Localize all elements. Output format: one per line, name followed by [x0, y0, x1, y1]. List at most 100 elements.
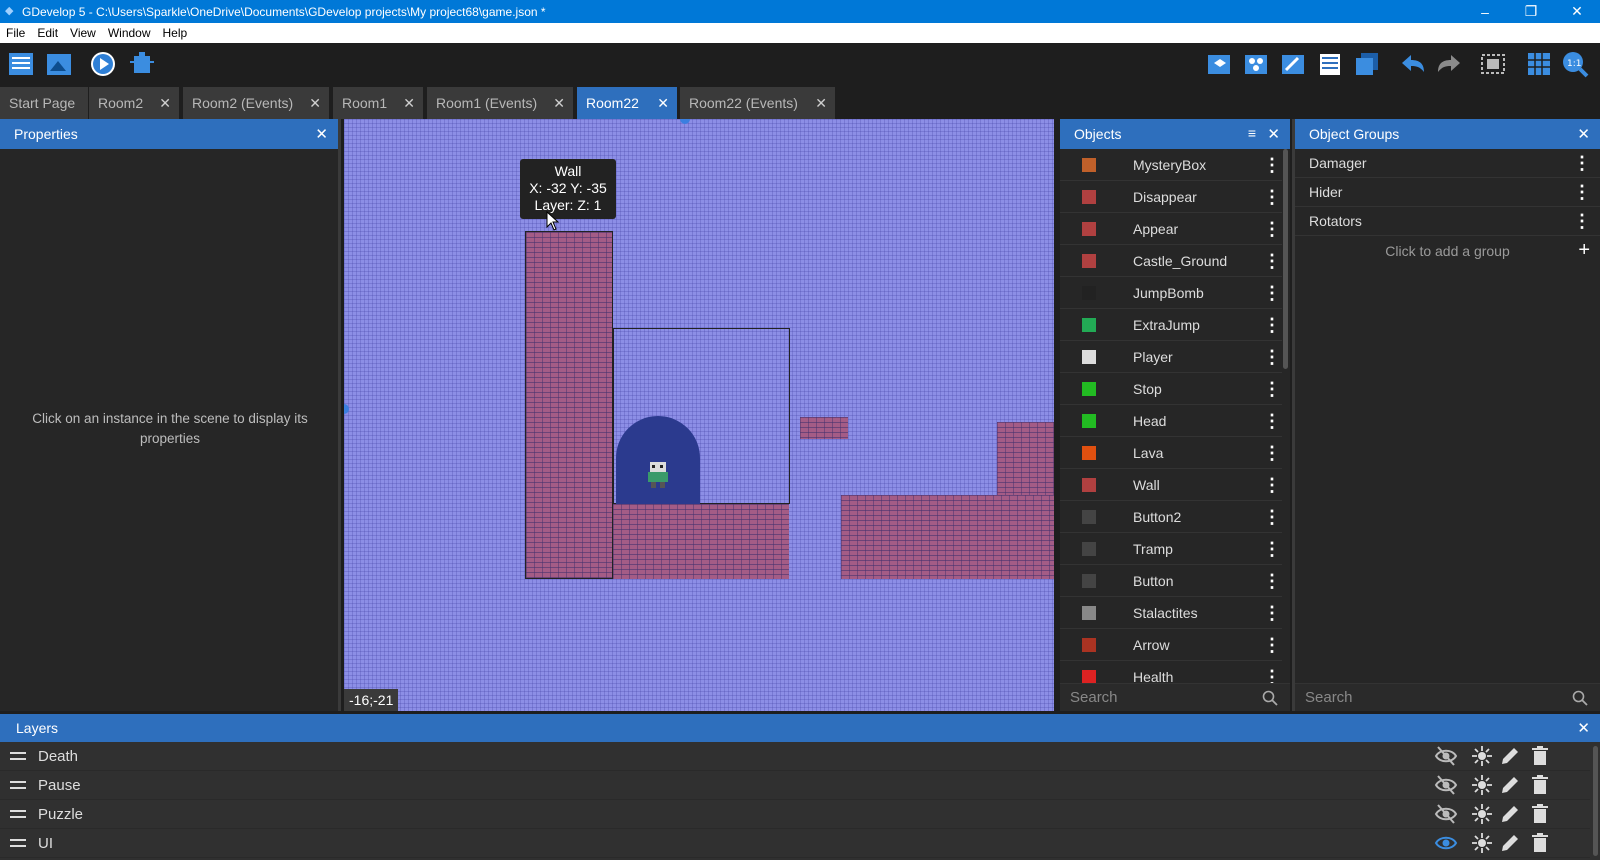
- close-tab-icon[interactable]: ✕: [403, 95, 415, 112]
- more-options-icon[interactable]: ⋮: [1262, 220, 1282, 238]
- redo-icon[interactable]: [1434, 49, 1464, 79]
- close-tab-icon[interactable]: ✕: [657, 95, 669, 112]
- more-options-icon[interactable]: ⋮: [1572, 183, 1592, 201]
- layers-scrollbar[interactable]: [1593, 746, 1598, 856]
- close-tab-icon[interactable]: ✕: [159, 95, 171, 112]
- plus-icon[interactable]: +: [1578, 239, 1590, 262]
- more-options-icon[interactable]: ⋮: [1262, 284, 1282, 302]
- object-item[interactable]: Wall ⋮: [1060, 469, 1282, 501]
- more-options-icon[interactable]: ⋮: [1262, 604, 1282, 622]
- object-item[interactable]: Head ⋮: [1060, 405, 1282, 437]
- object-item[interactable]: JumpBomb ⋮: [1060, 277, 1282, 309]
- delete-trash-icon[interactable]: [1528, 831, 1552, 855]
- more-options-icon[interactable]: ⋮: [1262, 412, 1282, 430]
- object-item[interactable]: Health ⋮: [1060, 661, 1282, 683]
- tab-room2[interactable]: Room2 ✕: [89, 87, 179, 119]
- resize-handle-top[interactable]: [680, 119, 690, 124]
- layer-row[interactable]: Death: [0, 742, 1590, 771]
- visibility-icon[interactable]: [1434, 831, 1458, 855]
- object-groups-icon[interactable]: [1241, 49, 1271, 79]
- preview-play-icon[interactable]: [88, 49, 118, 79]
- more-options-icon[interactable]: ⋮: [1262, 380, 1282, 398]
- menu-help[interactable]: Help: [157, 26, 194, 40]
- more-options-icon[interactable]: ⋮: [1262, 636, 1282, 654]
- more-options-icon[interactable]: ⋮: [1572, 154, 1592, 172]
- more-options-icon[interactable]: ⋮: [1262, 540, 1282, 558]
- objects-scrollbar[interactable]: [1283, 149, 1288, 369]
- drag-handle-icon[interactable]: [10, 810, 26, 818]
- object-item[interactable]: Player ⋮: [1060, 341, 1282, 373]
- object-item[interactable]: Stalactites ⋮: [1060, 597, 1282, 629]
- edit-pencil-icon[interactable]: [1498, 773, 1522, 797]
- edit-pencil-icon[interactable]: [1498, 744, 1522, 768]
- grid-toggle-icon[interactable]: [1524, 49, 1554, 79]
- object-item[interactable]: Stop ⋮: [1060, 373, 1282, 405]
- tab-start-page[interactable]: Start Page: [0, 87, 88, 119]
- zoom-icon[interactable]: 1:1: [1560, 49, 1590, 79]
- menu-view[interactable]: View: [64, 26, 102, 40]
- window-mask-icon[interactable]: [1478, 49, 1508, 79]
- visibility-off-icon[interactable]: [1434, 802, 1458, 826]
- drag-handle-icon[interactable]: [10, 839, 26, 847]
- close-tab-icon[interactable]: ✕: [815, 95, 827, 112]
- more-options-icon[interactable]: ⋮: [1262, 476, 1282, 494]
- edit-pencil-icon[interactable]: [1498, 831, 1522, 855]
- more-options-icon[interactable]: ⋮: [1572, 212, 1592, 230]
- object-item[interactable]: Appear ⋮: [1060, 213, 1282, 245]
- drag-handle-icon[interactable]: [10, 752, 26, 760]
- effects-icon[interactable]: [1470, 831, 1494, 855]
- more-options-icon[interactable]: ⋮: [1262, 348, 1282, 366]
- object-item[interactable]: Button2 ⋮: [1060, 501, 1282, 533]
- close-panel-icon[interactable]: ✕: [315, 125, 328, 143]
- close-tab-icon[interactable]: ✕: [553, 95, 565, 112]
- player-sprite[interactable]: [645, 462, 671, 488]
- groups-search-input[interactable]: Search: [1295, 683, 1600, 711]
- wall-instance[interactable]: [525, 231, 613, 579]
- object-item[interactable]: Castle_Ground ⋮: [1060, 245, 1282, 277]
- maximize-button[interactable]: ❐: [1508, 0, 1554, 23]
- close-panel-icon[interactable]: ✕: [1577, 125, 1590, 143]
- object-item[interactable]: Arrow ⋮: [1060, 629, 1282, 661]
- tab-room22[interactable]: Room22 ✕: [577, 87, 677, 119]
- search-icon[interactable]: [1572, 690, 1588, 706]
- delete-trash-icon[interactable]: [1528, 744, 1552, 768]
- tab-room1[interactable]: Room1 ✕: [333, 87, 423, 119]
- more-options-icon[interactable]: ⋮: [1262, 252, 1282, 270]
- drag-handle-icon[interactable]: [10, 781, 26, 789]
- group-item[interactable]: Rotators ⋮: [1295, 207, 1600, 236]
- menu-window[interactable]: Window: [102, 26, 157, 40]
- object-item[interactable]: Tramp ⋮: [1060, 533, 1282, 565]
- edit-pencil-icon[interactable]: [1498, 802, 1522, 826]
- undo-icon[interactable]: [1398, 49, 1428, 79]
- effects-icon[interactable]: [1470, 744, 1494, 768]
- more-options-icon[interactable]: ⋮: [1262, 316, 1282, 334]
- floating-brick-instance[interactable]: [800, 417, 848, 439]
- group-item[interactable]: Damager ⋮: [1295, 149, 1600, 178]
- tab-room22-events[interactable]: Room22 (Events) ✕: [680, 87, 835, 119]
- layer-row[interactable]: UI: [0, 829, 1590, 858]
- more-options-icon[interactable]: ⋮: [1262, 508, 1282, 526]
- object-item[interactable]: MysteryBox ⋮: [1060, 149, 1282, 181]
- object-item[interactable]: Button ⋮: [1060, 565, 1282, 597]
- properties-panel-icon[interactable]: [1278, 49, 1308, 79]
- visibility-off-icon[interactable]: [1434, 773, 1458, 797]
- scene-canvas[interactable]: Wall X: -32 Y: -35 Layer: Z: 1 -16;-21: [344, 119, 1054, 711]
- scene-manager-icon[interactable]: [44, 49, 74, 79]
- more-options-icon[interactable]: ⋮: [1262, 668, 1282, 684]
- visibility-off-icon[interactable]: [1434, 744, 1458, 768]
- ground-instance[interactable]: [841, 495, 1054, 579]
- more-options-icon[interactable]: ⋮: [1262, 444, 1282, 462]
- menu-edit[interactable]: Edit: [31, 26, 64, 40]
- effects-icon[interactable]: [1470, 773, 1494, 797]
- more-options-icon[interactable]: ⋮: [1262, 188, 1282, 206]
- close-window-button[interactable]: ✕: [1554, 0, 1600, 23]
- layer-row[interactable]: Pause: [0, 771, 1590, 800]
- object-item[interactable]: Disappear ⋮: [1060, 181, 1282, 213]
- menu-file[interactable]: File: [0, 26, 31, 40]
- raised-ground-instance[interactable]: [997, 422, 1054, 495]
- instances-list-icon[interactable]: [1315, 49, 1345, 79]
- layers-panel-icon[interactable]: [1352, 49, 1382, 79]
- more-options-icon[interactable]: ⋮: [1262, 572, 1282, 590]
- castle-ground-instance[interactable]: [613, 504, 789, 579]
- project-manager-icon[interactable]: [6, 49, 36, 79]
